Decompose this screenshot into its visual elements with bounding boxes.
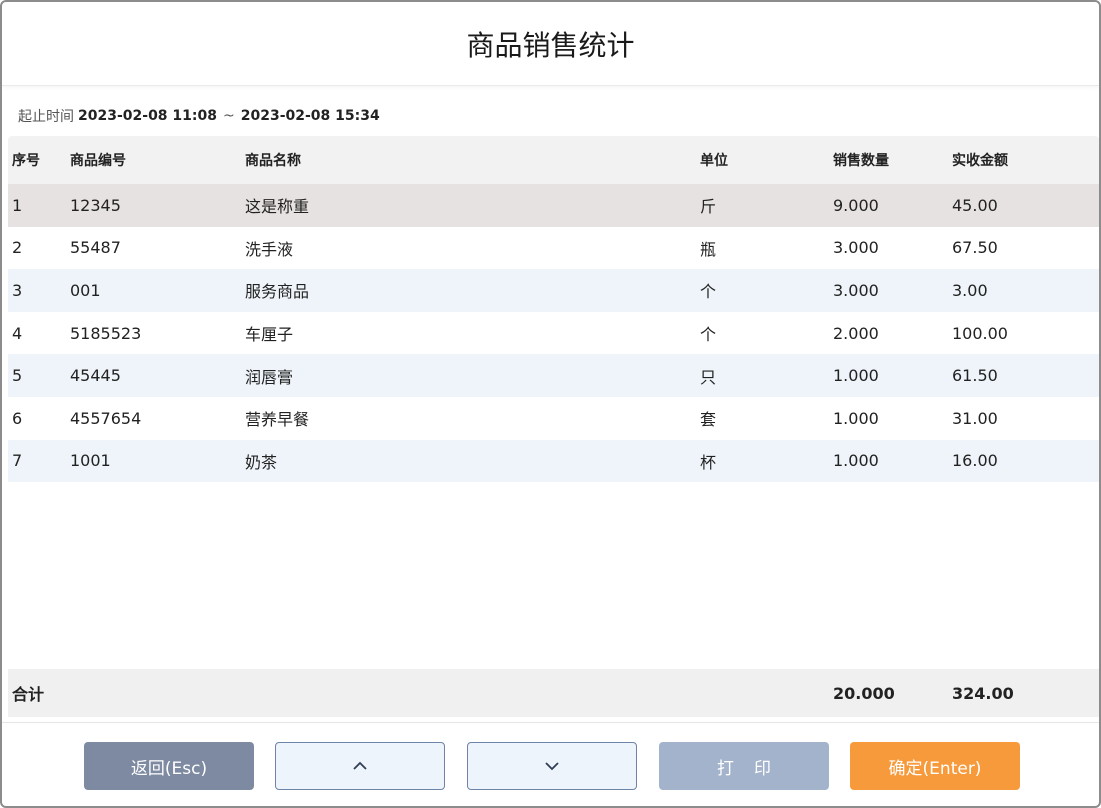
table-body: 1 12345 这是称重 斤 9.000 45.00 2 55487 洗手液 瓶 3.000 67.5… bbox=[8, 184, 1099, 483]
cell-seq: 6 bbox=[12, 408, 23, 428]
button-bar: 返回(Esc) 打印 确定(Enter) bbox=[2, 722, 1099, 806]
table-row[interactable]: 7 1001 奶茶 杯 1.000 16.00 bbox=[8, 439, 1099, 483]
cell-code: 55487 bbox=[70, 238, 121, 258]
confirm-button[interactable]: 确定(Enter) bbox=[850, 742, 1020, 790]
cell-unit: 杯 bbox=[700, 452, 717, 472]
cell-amount: 3.00 bbox=[952, 280, 988, 300]
time-separator: ~ bbox=[223, 108, 235, 124]
cell-unit: 个 bbox=[700, 282, 717, 302]
total-label: 合计 bbox=[12, 685, 45, 704]
cell-code: 4557654 bbox=[70, 408, 142, 428]
cell-name: 服务商品 bbox=[245, 282, 310, 302]
cell-code: 001 bbox=[70, 280, 101, 300]
sales-table: 序号 商品编号 商品名称 单位 销售数量 实收金额 1 12345 这是称重 斤 9.0… bbox=[8, 136, 1099, 483]
start-time: 2023-02-08 11:08 bbox=[78, 108, 217, 124]
table-row[interactable]: 4 5185523 车厘子 个 2.000 100.00 bbox=[8, 311, 1099, 355]
cell-unit: 瓶 bbox=[700, 239, 717, 259]
table-row[interactable]: 2 55487 洗手液 瓶 3.000 67.50 bbox=[8, 226, 1099, 270]
cell-code: 12345 bbox=[70, 195, 121, 215]
cell-name: 车厘子 bbox=[245, 325, 294, 345]
cell-qty: 2.000 bbox=[833, 323, 879, 343]
cell-amount: 31.00 bbox=[952, 408, 998, 428]
time-range-label: 起止时间 bbox=[18, 109, 74, 125]
cell-name: 这是称重 bbox=[245, 197, 310, 217]
sales-statistics-dialog: 商品销售统计 起止时间 2023-02-08 11:08 ~ 2023-02-0… bbox=[0, 0, 1101, 808]
print-button[interactable]: 打印 bbox=[659, 742, 829, 790]
cell-seq: 5 bbox=[12, 366, 23, 386]
back-button[interactable]: 返回(Esc) bbox=[84, 742, 254, 790]
cell-name: 营养早餐 bbox=[245, 410, 310, 430]
cell-unit: 斤 bbox=[700, 197, 717, 217]
cell-seq: 7 bbox=[12, 451, 23, 471]
cell-seq: 1 bbox=[12, 195, 23, 215]
cell-qty: 1.000 bbox=[833, 366, 879, 386]
cell-name: 奶茶 bbox=[245, 452, 278, 472]
page-up-button[interactable] bbox=[275, 742, 445, 790]
cell-code: 1001 bbox=[70, 451, 111, 471]
dialog-title: 商品销售统计 bbox=[2, 2, 1099, 86]
cell-seq: 3 bbox=[12, 280, 23, 300]
cell-qty: 3.000 bbox=[833, 280, 879, 300]
cell-unit: 只 bbox=[700, 367, 717, 387]
cell-qty: 1.000 bbox=[833, 451, 879, 471]
header-unit: 单位 bbox=[700, 153, 728, 169]
header-code: 商品编号 bbox=[70, 153, 126, 169]
header-name: 商品名称 bbox=[245, 153, 301, 169]
cell-amount: 45.00 bbox=[952, 195, 998, 215]
header-seq: 序号 bbox=[12, 153, 40, 169]
cell-seq: 4 bbox=[12, 323, 23, 343]
table-row[interactable]: 6 4557654 营养早餐 套 1.000 31.00 bbox=[8, 396, 1099, 440]
table-row[interactable]: 3 001 服务商品 个 3.000 3.00 bbox=[8, 269, 1099, 312]
cell-unit: 个 bbox=[700, 325, 717, 345]
cell-name: 洗手液 bbox=[245, 239, 294, 259]
page-down-button[interactable] bbox=[467, 742, 637, 790]
cell-amount: 100.00 bbox=[952, 323, 1008, 343]
table-row[interactable]: 1 12345 这是称重 斤 9.000 45.00 bbox=[8, 184, 1099, 227]
cell-code: 5185523 bbox=[70, 323, 142, 343]
cell-unit: 套 bbox=[700, 410, 717, 430]
cell-qty: 1.000 bbox=[833, 408, 879, 428]
cell-amount: 67.50 bbox=[952, 238, 998, 258]
cell-seq: 2 bbox=[12, 238, 23, 258]
cell-amount: 61.50 bbox=[952, 366, 998, 386]
cell-qty: 3.000 bbox=[833, 238, 879, 258]
time-range: 起止时间 2023-02-08 11:08 ~ 2023-02-08 15:34 bbox=[18, 104, 380, 128]
end-time: 2023-02-08 15:34 bbox=[240, 108, 380, 124]
chevron-up-icon bbox=[352, 761, 368, 771]
chevron-down-icon bbox=[544, 761, 560, 771]
table-row[interactable]: 5 45445 润唇膏 只 1.000 61.50 bbox=[8, 354, 1099, 397]
cell-code: 45445 bbox=[70, 366, 121, 386]
total-row: 合计 20.000 324.00 bbox=[8, 669, 1099, 717]
cell-amount: 16.00 bbox=[952, 451, 998, 471]
header-amount: 实收金额 bbox=[952, 153, 1008, 169]
total-amount: 324.00 bbox=[952, 683, 1014, 703]
cell-qty: 9.000 bbox=[833, 195, 879, 215]
total-qty: 20.000 bbox=[833, 683, 895, 703]
cell-name: 润唇膏 bbox=[245, 367, 294, 387]
header-qty: 销售数量 bbox=[833, 153, 889, 169]
table-header: 序号 商品编号 商品名称 单位 销售数量 实收金额 bbox=[8, 136, 1099, 184]
